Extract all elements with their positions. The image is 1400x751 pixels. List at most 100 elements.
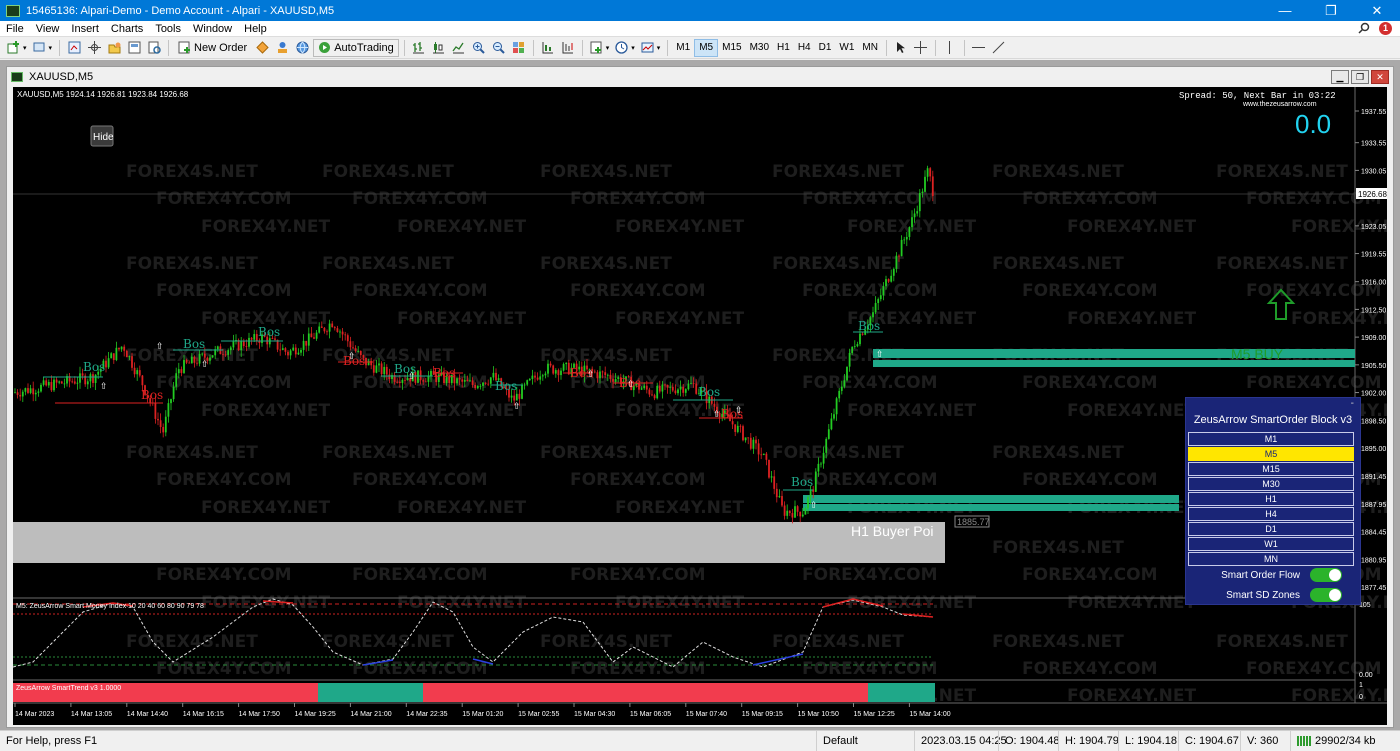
candle-body (294, 347, 297, 355)
line-chart-button[interactable] (450, 39, 468, 57)
vertical-line-button[interactable] (941, 39, 959, 57)
notification-badge[interactable]: 1 (1379, 22, 1392, 35)
watermark-text: FOREX4S.NET (540, 346, 672, 366)
metaeditor-button[interactable] (253, 39, 271, 57)
timeframe-h4[interactable]: H4 (794, 39, 815, 57)
watermark-text: FOREX4S.NET (322, 346, 454, 366)
candle-body (227, 350, 230, 355)
menu-help[interactable]: Help (238, 23, 273, 35)
smart-order-flow-toggle[interactable] (1310, 568, 1342, 582)
candle-body (861, 333, 864, 335)
profiles-button[interactable]: ▾ (31, 39, 55, 57)
menu-tools[interactable]: Tools (149, 23, 187, 35)
window-title: 15465136: Alpari-Demo - Demo Account - A… (26, 4, 335, 17)
toolbar-separator (667, 39, 669, 56)
candle-body (185, 359, 188, 363)
crosshair-button[interactable] (912, 39, 930, 57)
timeframe-m5[interactable]: M5 (694, 38, 719, 57)
navigator-button[interactable] (105, 39, 123, 57)
signals-button[interactable] (273, 39, 291, 57)
new-order-button[interactable]: New Order (174, 39, 251, 57)
menu-file[interactable]: File (0, 23, 30, 35)
panel-collapse-button[interactable]: - (1351, 398, 1354, 409)
panel-timeframe-m5[interactable]: M5 (1188, 447, 1354, 461)
status-profile[interactable]: Default (816, 730, 914, 751)
timeframe-h1[interactable]: H1 (773, 39, 794, 57)
up-arrow-icon: ⇧ (201, 360, 209, 370)
chart-close-button[interactable]: ✕ (1371, 70, 1389, 84)
market-watch-button[interactable] (65, 39, 83, 57)
search-icon[interactable] (1358, 22, 1371, 35)
timeframe-mn[interactable]: MN (858, 39, 882, 57)
timeframe-m15[interactable]: M15 (718, 39, 745, 57)
indicators-button[interactable]: ▾ (588, 39, 612, 57)
tile-windows-button[interactable] (510, 39, 528, 57)
panel-timeframe-w1[interactable]: W1 (1188, 537, 1354, 551)
terminal-button[interactable] (125, 39, 143, 57)
auto-trading-button[interactable]: AutoTrading (313, 38, 399, 57)
candle-body (21, 391, 24, 397)
candle-body (375, 365, 378, 373)
candle-body (596, 372, 599, 379)
status-connection[interactable]: 29902/34 kb (1290, 730, 1400, 751)
status-volume: V: 360 (1240, 730, 1290, 751)
auto-scroll-button[interactable] (539, 39, 557, 57)
cursor-button[interactable] (892, 39, 910, 57)
timeframe-m30[interactable]: M30 (746, 39, 773, 57)
line-chart-icon (452, 42, 465, 54)
timeframe-m1[interactable]: M1 (672, 39, 694, 57)
terminal-icon (128, 41, 141, 54)
watermark-text: FOREX4Y.COM (1022, 470, 1158, 490)
horizontal-line-button[interactable] (970, 39, 988, 57)
strategy-tester-button[interactable] (145, 39, 163, 57)
panel-timeframe-h4[interactable]: H4 (1188, 507, 1354, 521)
zoom-out-button[interactable] (490, 39, 508, 57)
trendline-button[interactable] (990, 39, 1008, 57)
panel-timeframe-m1[interactable]: M1 (1188, 432, 1354, 446)
app-icon (6, 4, 20, 17)
panel-timeframe-m15[interactable]: M15 (1188, 462, 1354, 476)
watermark-text: FOREX4Y.COM (570, 189, 706, 209)
smart-sd-zones-toggle[interactable] (1310, 588, 1342, 602)
menu-charts[interactable]: Charts (105, 23, 149, 35)
menu-view[interactable]: View (30, 23, 66, 35)
candle-body (401, 379, 404, 384)
panel-timeframe-h1[interactable]: H1 (1188, 492, 1354, 506)
candlestick-chart-button[interactable] (430, 39, 448, 57)
bos-label: Bos (698, 385, 720, 399)
price-chart[interactable]: FOREX4S.NET FOREX4S.NET FOREX4S.NET FOREX4S… (13, 87, 1387, 725)
market-button[interactable] (293, 39, 311, 57)
periods-button[interactable]: ▾ (613, 39, 637, 57)
zoom-in-button[interactable] (470, 39, 488, 57)
candle-body (898, 255, 900, 257)
chart-shift-button[interactable] (559, 39, 577, 57)
candle-body (344, 334, 347, 336)
bos-label: Bos (83, 360, 105, 374)
candle-body (175, 373, 178, 387)
data-window-button[interactable] (85, 39, 103, 57)
menu-insert[interactable]: Insert (65, 23, 105, 35)
candle-body (905, 236, 908, 240)
candle-body (222, 354, 224, 355)
timeframe-w1[interactable]: W1 (835, 39, 858, 57)
watermark-text: FOREX4S.NET (126, 162, 258, 182)
chart-restore-button[interactable]: ❐ (1351, 70, 1369, 84)
candle-body (471, 380, 474, 385)
timeframe-d1[interactable]: D1 (815, 39, 836, 57)
panel-timeframe-m30[interactable]: M30 (1188, 477, 1354, 491)
candle-body (744, 437, 747, 441)
maximize-button[interactable]: ❐ (1308, 0, 1354, 21)
navigator-icon (108, 42, 121, 54)
new-chart-button[interactable]: ▾ (5, 39, 29, 57)
chart-minimize-button[interactable]: ▁ (1331, 70, 1349, 84)
panel-timeframe-d1[interactable]: D1 (1188, 522, 1354, 536)
menu-window[interactable]: Window (187, 23, 238, 35)
bar-chart-button[interactable] (410, 39, 428, 57)
templates-button[interactable]: ▾ (639, 39, 663, 57)
minimize-button[interactable]: — (1262, 0, 1308, 21)
candle-body (900, 239, 903, 257)
close-button[interactable]: ✕ (1354, 0, 1400, 21)
watermark-text: FOREX4S.NET (126, 632, 258, 652)
panel-timeframe-mn[interactable]: MN (1188, 552, 1354, 566)
candle-body (164, 416, 167, 433)
